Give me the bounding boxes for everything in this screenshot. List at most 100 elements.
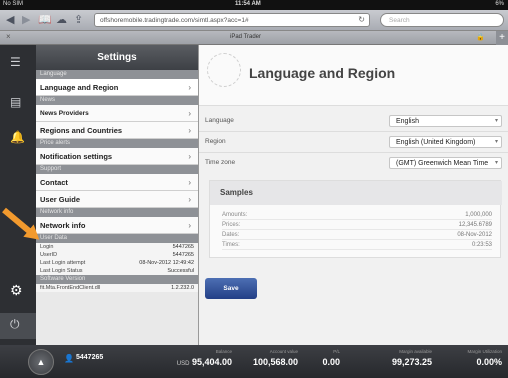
sample-label: Dates:	[222, 232, 240, 238]
carrier-label: No SIM	[3, 1, 24, 7]
user-data-login: Login 5447265	[36, 243, 198, 251]
stat-value: 99,273.25	[391, 357, 432, 367]
sample-label: Times:	[222, 242, 240, 248]
stat-label: Margin Utilization	[467, 349, 502, 354]
stat-label: P/L	[333, 349, 340, 354]
samples-title: Samples	[210, 181, 502, 205]
settings-item-language-region[interactable]: Language and Region ›	[36, 79, 198, 96]
settings-item-label: Network info	[40, 221, 86, 230]
section-header-user-data: User Data	[36, 234, 198, 243]
settings-title: Settings	[36, 45, 198, 70]
power-icon[interactable]: ⏻	[10, 317, 20, 331]
menu-icon[interactable]: ☰	[10, 55, 21, 69]
chevron-down-icon: ▾	[494, 139, 498, 145]
language-region-page: Language and Region Language English ▾ Re…	[199, 45, 508, 345]
sample-value: 08-Nov-2012	[457, 232, 492, 238]
settings-item-regions-countries[interactable]: Regions and Countries ›	[36, 122, 198, 139]
close-tab-icon[interactable]: ×	[6, 32, 11, 41]
chevron-down-icon: ▾	[494, 160, 498, 166]
chevron-right-icon: ›	[188, 221, 191, 230]
page-title: Language and Region	[249, 65, 396, 81]
settings-item-contact[interactable]: Contact ›	[36, 174, 198, 191]
settings-item-label: User Guide	[40, 195, 81, 204]
divider	[199, 152, 508, 153]
timezone-select[interactable]: (GMT) Greenwich Mean Time ▾	[389, 157, 502, 169]
chevron-right-icon: ›	[188, 83, 191, 92]
section-header-software-version: Software Version	[36, 275, 198, 284]
settings-item-label: Regions and Countries	[40, 126, 123, 135]
stat-value: USD 95,404.00	[140, 357, 232, 367]
share-icon[interactable]: ⇪	[74, 13, 83, 27]
settings-item-label: Notification settings	[40, 152, 113, 161]
divider	[199, 131, 508, 132]
tab-title[interactable]: iPad Trader	[230, 34, 261, 40]
chevron-down-icon: ▾	[494, 118, 498, 124]
sample-row-times: Times: 0:23:53	[222, 241, 492, 250]
back-icon[interactable]: ◀	[6, 13, 14, 27]
stat-value: 100,568.00	[252, 357, 298, 367]
cloud-tabs-icon[interactable]: ☁	[56, 13, 67, 27]
section-header-language: Language	[36, 70, 198, 79]
stat-label: Account value	[269, 349, 298, 354]
chevron-right-icon: ›	[188, 195, 191, 204]
clock: 11:54 AM	[235, 1, 261, 7]
alerts-bell-icon[interactable]: 🔔	[10, 130, 25, 144]
account-number[interactable]: 5447265	[76, 354, 103, 361]
stat-value: 0.00	[322, 357, 340, 367]
settings-panel: Settings Language Language and Region › N…	[36, 45, 199, 345]
kv-label: Last Login attempt	[40, 260, 86, 266]
user-data-userid: UserID 5447265	[36, 251, 198, 259]
stat-label: Margin available	[399, 349, 432, 354]
tab-bar: × iPad Trader 🔒 +	[0, 31, 508, 45]
page-header: Language and Region	[199, 45, 508, 106]
globe-icon	[207, 53, 241, 87]
expand-up-icon[interactable]: ▲	[28, 349, 54, 375]
sample-value: 1,000,000	[465, 212, 492, 218]
chevron-right-icon: ›	[188, 152, 191, 161]
settings-item-label: Language and Region	[40, 83, 119, 92]
region-label: Region	[205, 138, 226, 145]
save-button[interactable]: Save	[205, 278, 257, 299]
account-value-stat: Account value 100,568.00	[236, 349, 298, 367]
new-tab-button[interactable]: +	[496, 31, 508, 45]
address-bar[interactable]: offshoremobile.tradingtrade.com/simtl.as…	[94, 13, 370, 27]
section-header-network-info: Network info	[36, 208, 198, 217]
select-value: (GMT) Greenwich Mean Time	[396, 160, 489, 167]
reload-icon[interactable]: ↻	[358, 15, 365, 24]
stat-label: Balance	[215, 349, 232, 354]
settings-item-notification-settings[interactable]: Notification settings ›	[36, 148, 198, 165]
kv-value: 5447265	[172, 244, 194, 250]
forward-icon[interactable]: ▶	[22, 13, 30, 27]
news-icon[interactable]: ▤	[10, 95, 21, 109]
search-input[interactable]: Search	[380, 13, 504, 27]
settings-item-network-info[interactable]: Network info ›	[36, 217, 198, 234]
address-text: offshoremobile.tradingtrade.com/simtl.as…	[100, 17, 249, 24]
sample-label: Prices:	[222, 222, 241, 228]
kv-value: 1.2.232.0	[171, 285, 194, 291]
bookmarks-icon[interactable]: 📖	[38, 13, 52, 27]
currency-code: USD	[176, 361, 190, 367]
sample-value: 0:23:53	[471, 242, 492, 248]
margin-utilization-stat: Margin Utilization 0.00%	[438, 349, 502, 367]
region-select[interactable]: English (United Kingdom) ▾	[389, 136, 502, 148]
user-data-last-login-status: Last Login Status Successful	[36, 267, 198, 275]
settings-item-news-providers[interactable]: News Providers ›	[36, 105, 198, 122]
select-value: English (United Kingdom)	[396, 139, 476, 146]
settings-item-user-guide[interactable]: User Guide ›	[36, 191, 198, 208]
section-header-support: Support	[36, 165, 198, 174]
kv-value: Successful	[167, 268, 194, 274]
select-value: English	[396, 118, 419, 125]
margin-available-stat: Margin available 99,273.25	[346, 349, 432, 367]
sample-row-dates: Dates: 08-Nov-2012	[222, 231, 492, 240]
sample-row-amounts: Amounts: 1,000,000	[222, 211, 492, 220]
kv-label: UserID	[40, 252, 58, 258]
section-header-news: News	[36, 96, 198, 105]
balance-stat: Balance USD 95,404.00	[140, 349, 232, 367]
settings-gear-icon[interactable]: ⚙	[10, 283, 23, 297]
balance-value: 95,404.00	[191, 357, 232, 367]
language-select[interactable]: English ▾	[389, 115, 502, 127]
stat-value: 0.00%	[476, 357, 502, 367]
account-summary-bar: ▲ 👤 5447265 Balance USD 95,404.00 Accoun…	[0, 345, 508, 378]
settings-item-label: News Providers	[40, 110, 89, 117]
status-bar: No SIM 11:54 AM 6%	[0, 0, 508, 10]
